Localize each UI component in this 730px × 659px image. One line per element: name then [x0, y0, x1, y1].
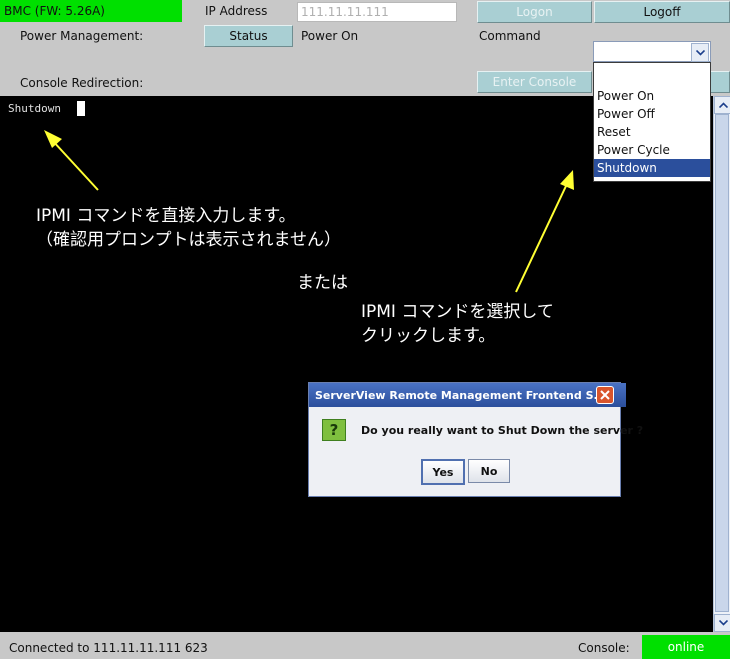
arrow-left-line	[51, 139, 99, 191]
annotation-left-line1: IPMI コマンドを直接入力します。	[36, 206, 296, 226]
arrow-right-line	[515, 185, 567, 293]
annotation-or: または	[297, 273, 348, 293]
dialog-message: Do you really want to Shut Down the serv…	[361, 424, 644, 437]
console-state-label: Console:	[578, 641, 630, 655]
connection-status: Connected to 111.11.11.111 623	[9, 641, 208, 655]
annotation-right-line2: クリックします。	[361, 326, 496, 346]
confirm-dialog: ServerView Remote Management Frontend S.…	[308, 382, 643, 497]
console-state-badge: online	[642, 635, 730, 659]
annotation-right-line1: IPMI コマンドを選択して	[361, 302, 554, 322]
dialog-title: ServerView Remote Management Frontend S.…	[315, 388, 607, 402]
question-icon: ?	[322, 419, 346, 441]
no-button[interactable]: No	[468, 459, 510, 483]
annotation-left-line2: （確認用プロンプトは表示されません）	[36, 230, 341, 250]
close-icon[interactable]	[596, 386, 614, 404]
dialog-title-bar[interactable]: ServerView Remote Management Frontend S.…	[309, 383, 626, 407]
arrow-right-head	[560, 170, 574, 190]
arrow-left-head	[44, 130, 62, 148]
yes-button[interactable]: Yes	[421, 459, 465, 485]
